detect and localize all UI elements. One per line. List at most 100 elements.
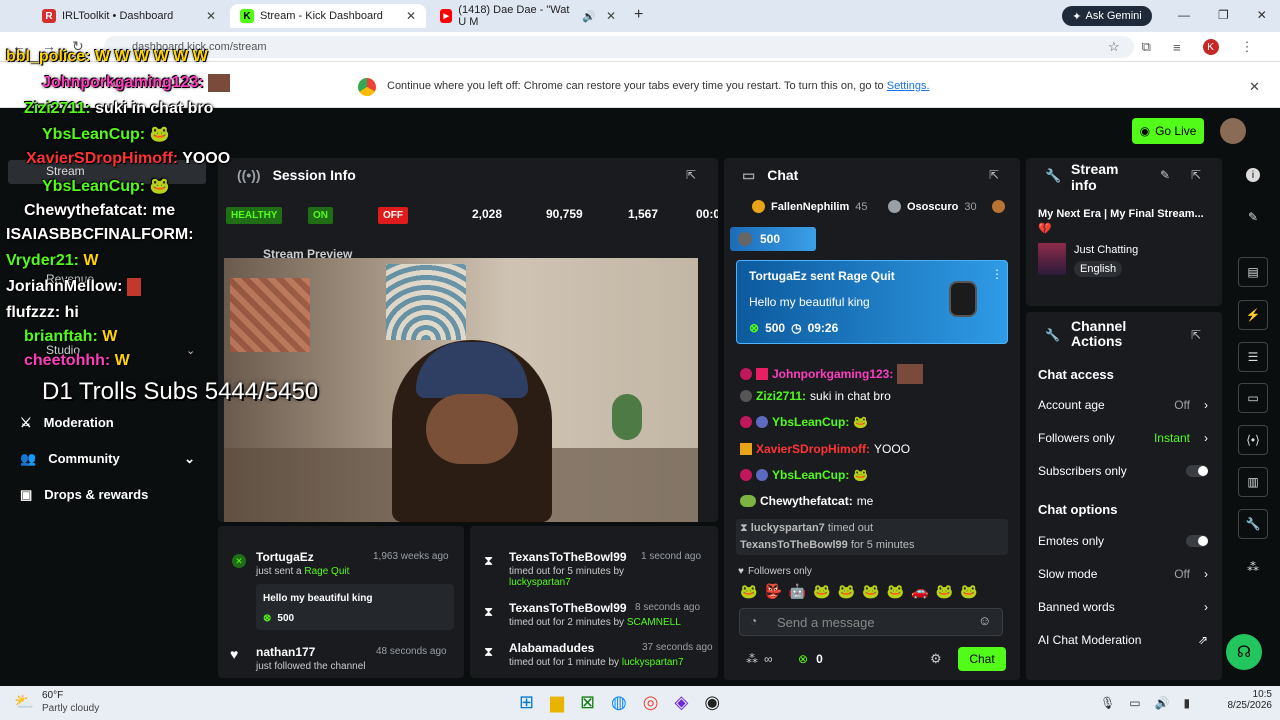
emote-icon[interactable]: 🐸	[862, 583, 879, 600]
banned-words-row[interactable]: Banned words ›	[1038, 600, 1208, 614]
clock[interactable]: 10:5 8/25/2026	[1222, 689, 1273, 711]
battery-icon[interactable]: ▮	[1184, 696, 1191, 710]
account-age-row[interactable]: Account age Off ›	[1038, 398, 1208, 412]
sidebar-item-moderation[interactable]: ⚔ Moderation	[20, 415, 114, 431]
emotes-only-row[interactable]: Emotes only	[1038, 534, 1208, 548]
pinned-gift-chip[interactable]: 500	[730, 227, 816, 251]
top-gifter[interactable]: Ososcuro 30	[888, 200, 977, 213]
file-explorer-icon[interactable]: ▆	[550, 692, 564, 713]
ai-moderation-row[interactable]: AI Chat Moderation ⇗	[1038, 633, 1208, 647]
emote-icon[interactable]: 🤖	[789, 583, 806, 600]
extensions-icon[interactable]: ⧉	[1142, 39, 1151, 55]
rail-wrench-icon[interactable]: 🔧	[1238, 509, 1268, 539]
ask-gemini-button[interactable]: ✦ Ask Gemini	[1062, 6, 1152, 26]
popout-icon[interactable]: ⇱	[686, 168, 696, 182]
infinity-icon[interactable]: ∞	[764, 652, 773, 666]
go-live-button[interactable]: ◉ Go Live	[1132, 118, 1204, 144]
emote-image	[126, 278, 141, 296]
edge-icon[interactable]: ◍	[611, 692, 627, 713]
volume-icon[interactable]: 🔊	[1155, 696, 1170, 710]
chat-username[interactable]: Zizi2711:	[756, 389, 806, 403]
chat-username[interactable]: Johnporkgaming123:	[772, 367, 893, 381]
sidebar-item-community[interactable]: 👥 Community ⌄	[20, 451, 195, 467]
emotes-only-toggle[interactable]	[1186, 535, 1208, 547]
app-icon[interactable]: ◈	[674, 692, 688, 713]
emote-icon[interactable]: 🐸	[740, 583, 757, 600]
event-user[interactable]: TortugaEz	[256, 550, 314, 564]
subscribers-only-toggle[interactable]	[1186, 465, 1208, 477]
settings-link[interactable]: Settings.	[887, 80, 930, 92]
emoji-icon[interactable]: ☺	[978, 613, 991, 628]
edit-pencil-icon[interactable]: ✎	[1248, 210, 1258, 224]
points-display[interactable]: ⊗ 0	[798, 652, 823, 666]
windows-start-icon[interactable]: ⊞	[519, 692, 534, 713]
microphone-icon[interactable]: 🎙	[1100, 696, 1115, 710]
close-window-icon[interactable]: ✕	[1257, 8, 1267, 22]
tab-irltoolkit[interactable]: R IRLToolkit • Dashboard ✕	[32, 4, 226, 28]
rail-card-icon[interactable]: ▥	[1238, 467, 1268, 497]
rail-layout-icon[interactable]: ▤	[1238, 257, 1268, 287]
chat-input-placeholder[interactable]: Send a message	[777, 615, 875, 630]
speaker-icon[interactable]: 🔊	[582, 10, 596, 23]
emote-icon[interactable]: 🐸	[838, 583, 855, 600]
close-banner-icon[interactable]: ✕	[1249, 79, 1260, 95]
rail-list-icon[interactable]: ☰	[1238, 342, 1268, 372]
weather-desc[interactable]: Partly cloudy	[42, 703, 99, 714]
bookmark-star-icon[interactable]: ☆	[1108, 39, 1120, 55]
minimize-icon[interactable]: —	[1178, 8, 1190, 22]
info-icon[interactable]: i	[1246, 168, 1260, 182]
more-menu-icon[interactable]: ⋮	[1241, 39, 1254, 55]
tab-youtube[interactable]: ▶ (1418) Dae Dae - "Wat U M 🔊 ✕	[430, 4, 626, 28]
rail-lightning-icon[interactable]: ⚡	[1238, 300, 1268, 330]
chrome-icon[interactable]: ◎	[643, 692, 659, 713]
emote-icon[interactable]: 👺	[764, 583, 781, 600]
obs-icon[interactable]: ◉	[704, 692, 720, 713]
emote-icon[interactable]: 🐸	[960, 583, 977, 600]
edit-pencil-icon[interactable]: ✎	[1160, 168, 1170, 182]
close-icon[interactable]: ✕	[406, 9, 416, 23]
emote-icon[interactable]: 🚗	[911, 583, 928, 600]
event-user[interactable]: nathan177	[256, 645, 315, 659]
chat-username[interactable]: YbsLeanCup:	[772, 468, 849, 482]
popout-icon[interactable]: ⇱	[989, 168, 999, 182]
weather-temp[interactable]: 60°F	[42, 690, 63, 701]
support-headset-icon[interactable]: ☊	[1226, 634, 1262, 670]
followers-only-row[interactable]: Followers only Instant ›	[1038, 431, 1208, 445]
mod-user[interactable]: Alabamadudes	[509, 641, 594, 655]
subscribers-only-row[interactable]: Subscribers only	[1038, 464, 1208, 478]
xbox-icon[interactable]: ⊠	[580, 692, 595, 713]
timeout-mod[interactable]: luckyspartan7	[751, 522, 825, 534]
popout-icon[interactable]: ⇱	[1191, 328, 1201, 342]
gift-card[interactable]: TortugaEz sent Rage Quit Hello my beauti…	[736, 260, 1008, 344]
user-avatar[interactable]	[1220, 118, 1246, 144]
chat-username[interactable]: XavierSDropHimoff:	[756, 442, 870, 456]
top-gifter[interactable]: FallenNephilim 45	[752, 200, 868, 213]
close-icon[interactable]: ✕	[606, 9, 616, 23]
maximize-icon[interactable]: ❐	[1218, 8, 1229, 22]
timeout-target[interactable]: TexansToTheBowl99	[740, 539, 848, 551]
chat-username[interactable]: YbsLeanCup:	[772, 415, 849, 429]
rail-broadcast-icon[interactable]: ⟨•⟩	[1238, 425, 1268, 455]
media-icon[interactable]: ≡	[1173, 40, 1181, 55]
tab-kick-dashboard[interactable]: K Stream - Kick Dashboard ✕	[230, 4, 426, 28]
new-tab-button[interactable]: +	[634, 6, 643, 24]
emote-icon[interactable]: 🐸	[887, 583, 904, 600]
sidebar-item-drops[interactable]: ▣ Drops & rewards	[20, 487, 148, 503]
rail-chat-icon[interactable]: ▭	[1238, 383, 1268, 413]
category-name[interactable]: Just Chatting	[1074, 244, 1138, 256]
close-icon[interactable]: ✕	[206, 9, 216, 23]
mod-user[interactable]: TexansToTheBowl99	[509, 601, 627, 615]
send-chat-button[interactable]: Chat	[958, 647, 1006, 671]
gear-icon[interactable]: ⚙	[930, 651, 942, 667]
profile-avatar[interactable]: K	[1202, 39, 1219, 55]
more-menu-icon[interactable]: ⋮	[991, 267, 1003, 281]
emote-icon[interactable]: 🐸	[813, 583, 830, 600]
monitor-icon[interactable]: ▭	[1129, 696, 1140, 710]
slow-mode-row[interactable]: Slow mode Off ›	[1038, 567, 1208, 581]
chat-username[interactable]: Chewythefatcat:	[760, 494, 853, 508]
people-icon[interactable]: ⁂	[746, 652, 758, 666]
rail-nodes-icon[interactable]: ⁂	[1247, 560, 1259, 574]
popout-icon[interactable]: ⇱	[1191, 168, 1201, 182]
mod-user[interactable]: TexansToTheBowl99	[509, 550, 627, 564]
emote-icon[interactable]: 🐸	[936, 583, 953, 600]
